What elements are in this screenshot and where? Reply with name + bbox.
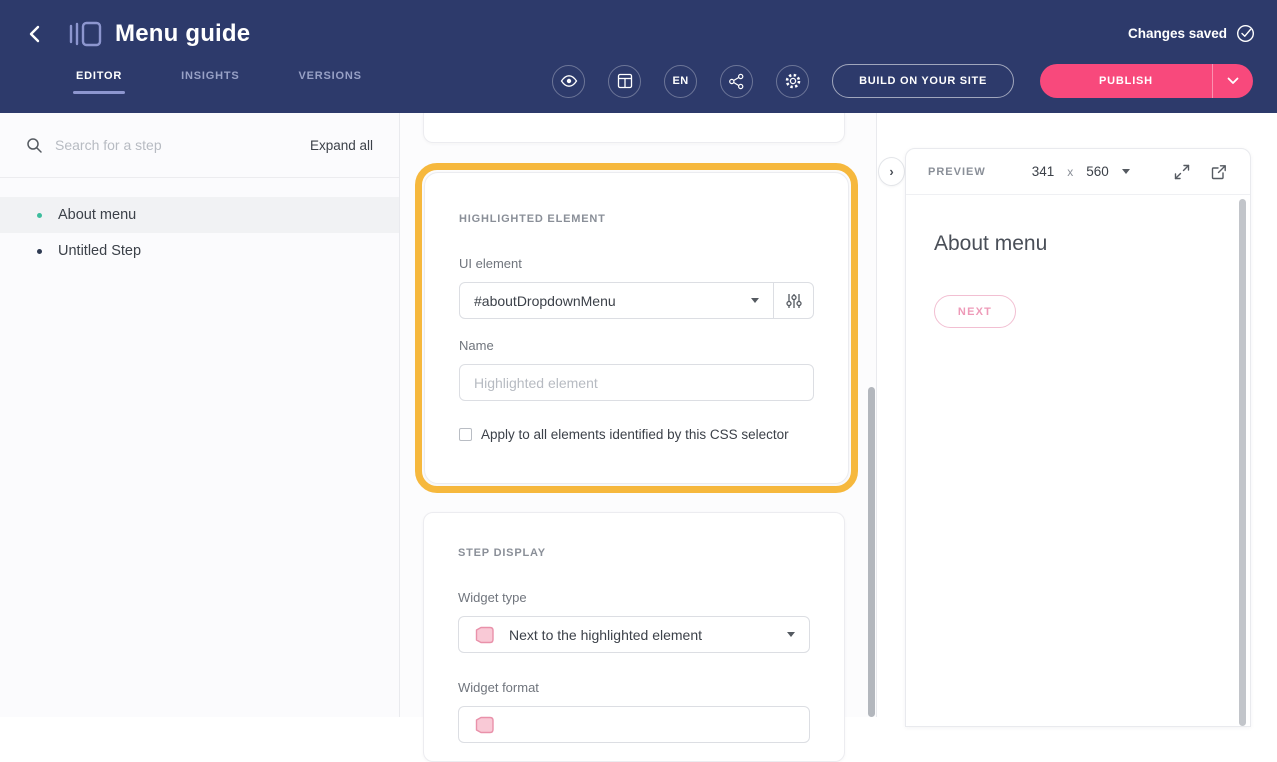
back-chevron-icon — [26, 24, 46, 44]
sliders-icon — [785, 292, 803, 310]
element-name-input[interactable] — [459, 364, 814, 401]
language-badge: EN — [672, 75, 688, 87]
language-button[interactable]: EN — [664, 65, 697, 98]
widget-type-select[interactable]: Next to the highlighted element — [458, 616, 810, 653]
chevron-down-icon — [1122, 169, 1130, 174]
preview-height-value[interactable]: 560 — [1086, 164, 1109, 179]
checkbox[interactable] — [459, 428, 472, 441]
fullscreen-button[interactable] — [1173, 163, 1191, 181]
app-header: Menu guide Changes saved EDITOR INSIGHTS… — [0, 0, 1277, 113]
next-button[interactable]: NEXT — [934, 295, 1016, 328]
step-bullet-icon — [37, 213, 42, 218]
page-title[interactable]: Menu guide — [115, 20, 250, 48]
tab-insights[interactable]: INSIGHTS — [180, 66, 240, 96]
element-settings-button[interactable] — [773, 283, 813, 318]
eye-icon — [560, 72, 578, 90]
widget-format-icon — [473, 715, 495, 735]
size-separator: x — [1067, 165, 1073, 179]
publish-dropdown-toggle[interactable] — [1213, 64, 1253, 98]
layout-icon — [617, 73, 633, 89]
external-link-icon — [1210, 163, 1228, 181]
widget-format-select[interactable] — [458, 706, 810, 743]
preview-panel: PREVIEW 341 x 560 — [905, 148, 1251, 727]
step-item-about-menu[interactable]: About menu — [0, 197, 399, 233]
section-title: HIGHLIGHTED ELEMENT — [459, 213, 814, 225]
widget-type-value: Next to the highlighted element — [509, 627, 702, 643]
checkbox-label: Apply to all elements identified by this… — [481, 427, 789, 442]
step-bullet-icon — [37, 249, 42, 254]
changes-saved-status: Changes saved — [1128, 26, 1227, 41]
collapse-preview-button[interactable]: › — [878, 157, 905, 186]
publish-button[interactable]: PUBLISH — [1040, 64, 1253, 98]
preview-eye-button[interactable] — [552, 65, 585, 98]
step-display-card: STEP DISPLAY Widget type Next to the hig… — [423, 512, 845, 762]
step-editor-panel: HIGHLIGHTED ELEMENT UI element #aboutDro… — [400, 113, 877, 717]
previous-settings-card — [423, 113, 845, 143]
preview-step-title: About menu — [934, 232, 1250, 256]
name-label: Name — [459, 338, 814, 353]
steps-sidebar: Expand all About menu Untitled Step — [0, 113, 400, 717]
guide-type-icon — [68, 21, 102, 47]
share-icon — [728, 73, 745, 90]
tab-editor[interactable]: EDITOR — [75, 66, 123, 96]
editor-scrollbar[interactable] — [868, 387, 875, 717]
highlighted-element-card: HIGHLIGHTED ELEMENT UI element #aboutDro… — [424, 172, 849, 484]
build-on-your-site-button[interactable]: BUILD ON YOUR SITE — [832, 64, 1014, 98]
step-item-untitled-step[interactable]: Untitled Step — [0, 233, 399, 269]
preview-size-select[interactable]: 341 x 560 — [1032, 164, 1130, 179]
chevron-down-icon — [751, 298, 759, 303]
gear-icon — [784, 72, 802, 90]
search-icon — [26, 137, 43, 154]
preview-scrollbar[interactable] — [1239, 199, 1246, 726]
tab-versions[interactable]: VERSIONS — [298, 66, 363, 96]
ui-element-select[interactable]: #aboutDropdownMenu — [460, 283, 773, 318]
preview-region: › PREVIEW 341 x 560 — [877, 113, 1277, 717]
preview-width-value[interactable]: 341 — [1032, 164, 1055, 179]
chevron-down-icon — [1227, 77, 1239, 85]
apply-to-all-checkbox-row[interactable]: Apply to all elements identified by this… — [459, 427, 814, 442]
highlighted-element-focus-ring: HIGHLIGHTED ELEMENT UI element #aboutDro… — [415, 163, 858, 493]
ui-element-label: UI element — [459, 256, 814, 271]
publish-label[interactable]: PUBLISH — [1040, 64, 1212, 98]
header-tabs: EDITOR INSIGHTS VERSIONS — [75, 66, 363, 96]
expand-all-link[interactable]: Expand all — [310, 138, 373, 153]
share-button[interactable] — [720, 65, 753, 98]
preview-title: PREVIEW — [928, 166, 986, 178]
search-input[interactable] — [55, 137, 310, 153]
settings-button[interactable] — [776, 65, 809, 98]
expand-icon — [1173, 163, 1191, 181]
chevron-down-icon — [787, 632, 795, 637]
widget-format-label: Widget format — [458, 680, 810, 695]
step-label: About menu — [58, 207, 136, 223]
step-label: Untitled Step — [58, 243, 141, 259]
open-in-new-button[interactable] — [1210, 163, 1228, 181]
layout-button[interactable] — [608, 65, 641, 98]
step-list: About menu Untitled Step — [0, 197, 399, 269]
ui-element-value: #aboutDropdownMenu — [474, 293, 616, 309]
back-button[interactable] — [26, 23, 48, 45]
widget-type-label: Widget type — [458, 590, 810, 605]
section-title: STEP DISPLAY — [458, 547, 810, 559]
tooltip-widget-icon — [473, 625, 495, 645]
check-circle-icon — [1236, 24, 1255, 43]
